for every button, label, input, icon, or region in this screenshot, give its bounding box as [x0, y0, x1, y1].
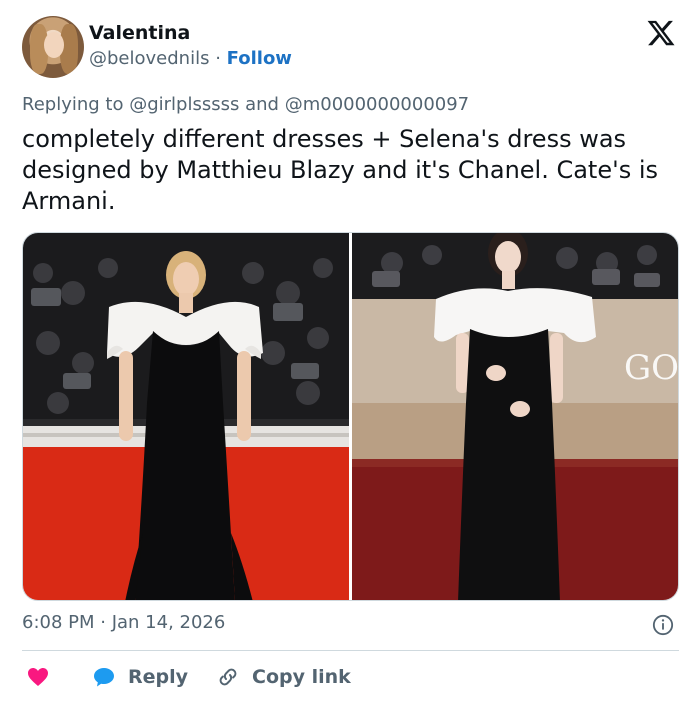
copy-link-button[interactable]: Copy link	[216, 662, 351, 692]
like-button[interactable]	[26, 662, 50, 692]
reply-button[interactable]: Reply	[92, 662, 188, 692]
tweet-card: Valentina @belovednils · Follow Replying…	[0, 0, 700, 704]
heart-icon	[28, 668, 48, 686]
mention-link[interactable]: @girlplsssss	[129, 94, 239, 115]
mention-link[interactable]: @m0000000000097	[285, 94, 469, 115]
handle-separator: ·	[215, 48, 221, 69]
author-handle-row: @belovednils · Follow	[89, 48, 292, 69]
reply-conjunction: and	[245, 94, 279, 115]
link-icon	[219, 668, 237, 686]
speech-bubble-icon	[94, 668, 114, 687]
reply-label: Reply	[128, 666, 189, 688]
timestamp[interactable]: 6:08 PM · Jan 14, 2026	[22, 612, 225, 633]
info-icon[interactable]	[652, 614, 674, 636]
backdrop-text: GOLD	[624, 348, 679, 388]
divider	[22, 650, 679, 651]
photo-right[interactable]: GOLD	[352, 233, 679, 600]
author-handle[interactable]: @belovednils	[89, 48, 209, 69]
tweet-text: completely different dresses + Selena's …	[22, 125, 659, 215]
avatar[interactable]	[22, 16, 84, 78]
reply-context: Replying to @girlplsssss and @m000000000…	[22, 94, 469, 115]
reply-prefix: Replying to	[22, 94, 124, 115]
copy-link-label: Copy link	[252, 666, 351, 688]
x-logo-icon[interactable]	[646, 18, 676, 48]
follow-button[interactable]: Follow	[227, 48, 292, 69]
photo-left[interactable]	[23, 233, 349, 600]
author-name[interactable]: Valentina	[89, 22, 190, 44]
media-grid: GOLD	[22, 232, 679, 601]
